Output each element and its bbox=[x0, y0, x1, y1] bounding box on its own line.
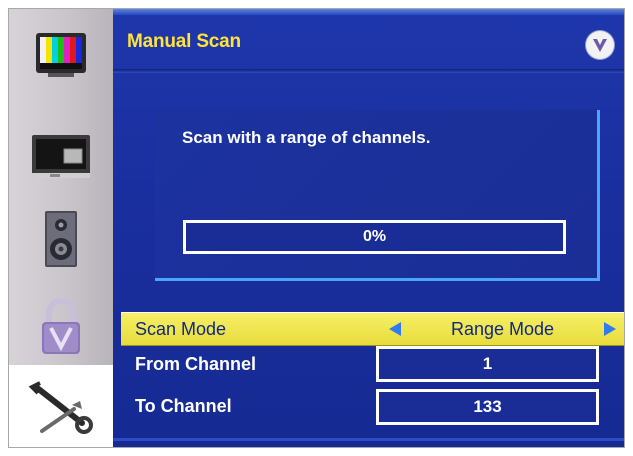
sidebar-item-parental[interactable] bbox=[9, 285, 113, 369]
scan-message: Scan with a range of channels. bbox=[182, 128, 431, 147]
setup-tools-icon bbox=[28, 381, 93, 434]
progress-label: 0% bbox=[362, 228, 387, 245]
scan-mode-row[interactable]: Scan Mode Range Mode bbox=[121, 312, 624, 346]
from-channel-label: From Channel bbox=[135, 353, 257, 374]
parental-lock-icon bbox=[42, 298, 80, 354]
picture-icon bbox=[36, 33, 86, 77]
arrow-left-icon[interactable] bbox=[389, 322, 401, 336]
sidebar-item-input[interactable] bbox=[9, 113, 113, 197]
sidebar-item-audio[interactable] bbox=[9, 197, 113, 281]
v-logo-icon bbox=[586, 31, 614, 59]
scan-mode-label: Scan Mode bbox=[135, 318, 227, 339]
title-divider bbox=[113, 69, 624, 73]
bottom-divider bbox=[113, 438, 624, 441]
to-channel-field[interactable]: 133 bbox=[376, 389, 599, 425]
arrow-right-icon[interactable] bbox=[604, 322, 616, 336]
scan-status-panel: Scan with a range of channels. 0% bbox=[155, 110, 600, 281]
top-bar bbox=[113, 9, 624, 15]
main-panel: Manual Scan Scan with a range of channel… bbox=[113, 9, 624, 447]
to-channel-label: To Channel bbox=[135, 395, 232, 416]
tv-input-icon bbox=[32, 135, 90, 178]
scan-mode-value: Range Mode bbox=[450, 318, 555, 339]
menu-sidebar bbox=[9, 9, 113, 447]
from-channel-field[interactable]: 1 bbox=[376, 346, 599, 382]
sidebar-item-picture[interactable] bbox=[9, 11, 113, 95]
tv-osd-window: Manual Scan Scan with a range of channel… bbox=[8, 8, 625, 448]
speaker-icon bbox=[45, 211, 77, 267]
scan-progress-bar: 0% bbox=[183, 220, 566, 254]
page-title: Manual Scan bbox=[127, 31, 241, 52]
sidebar-item-setup[interactable] bbox=[9, 365, 113, 447]
